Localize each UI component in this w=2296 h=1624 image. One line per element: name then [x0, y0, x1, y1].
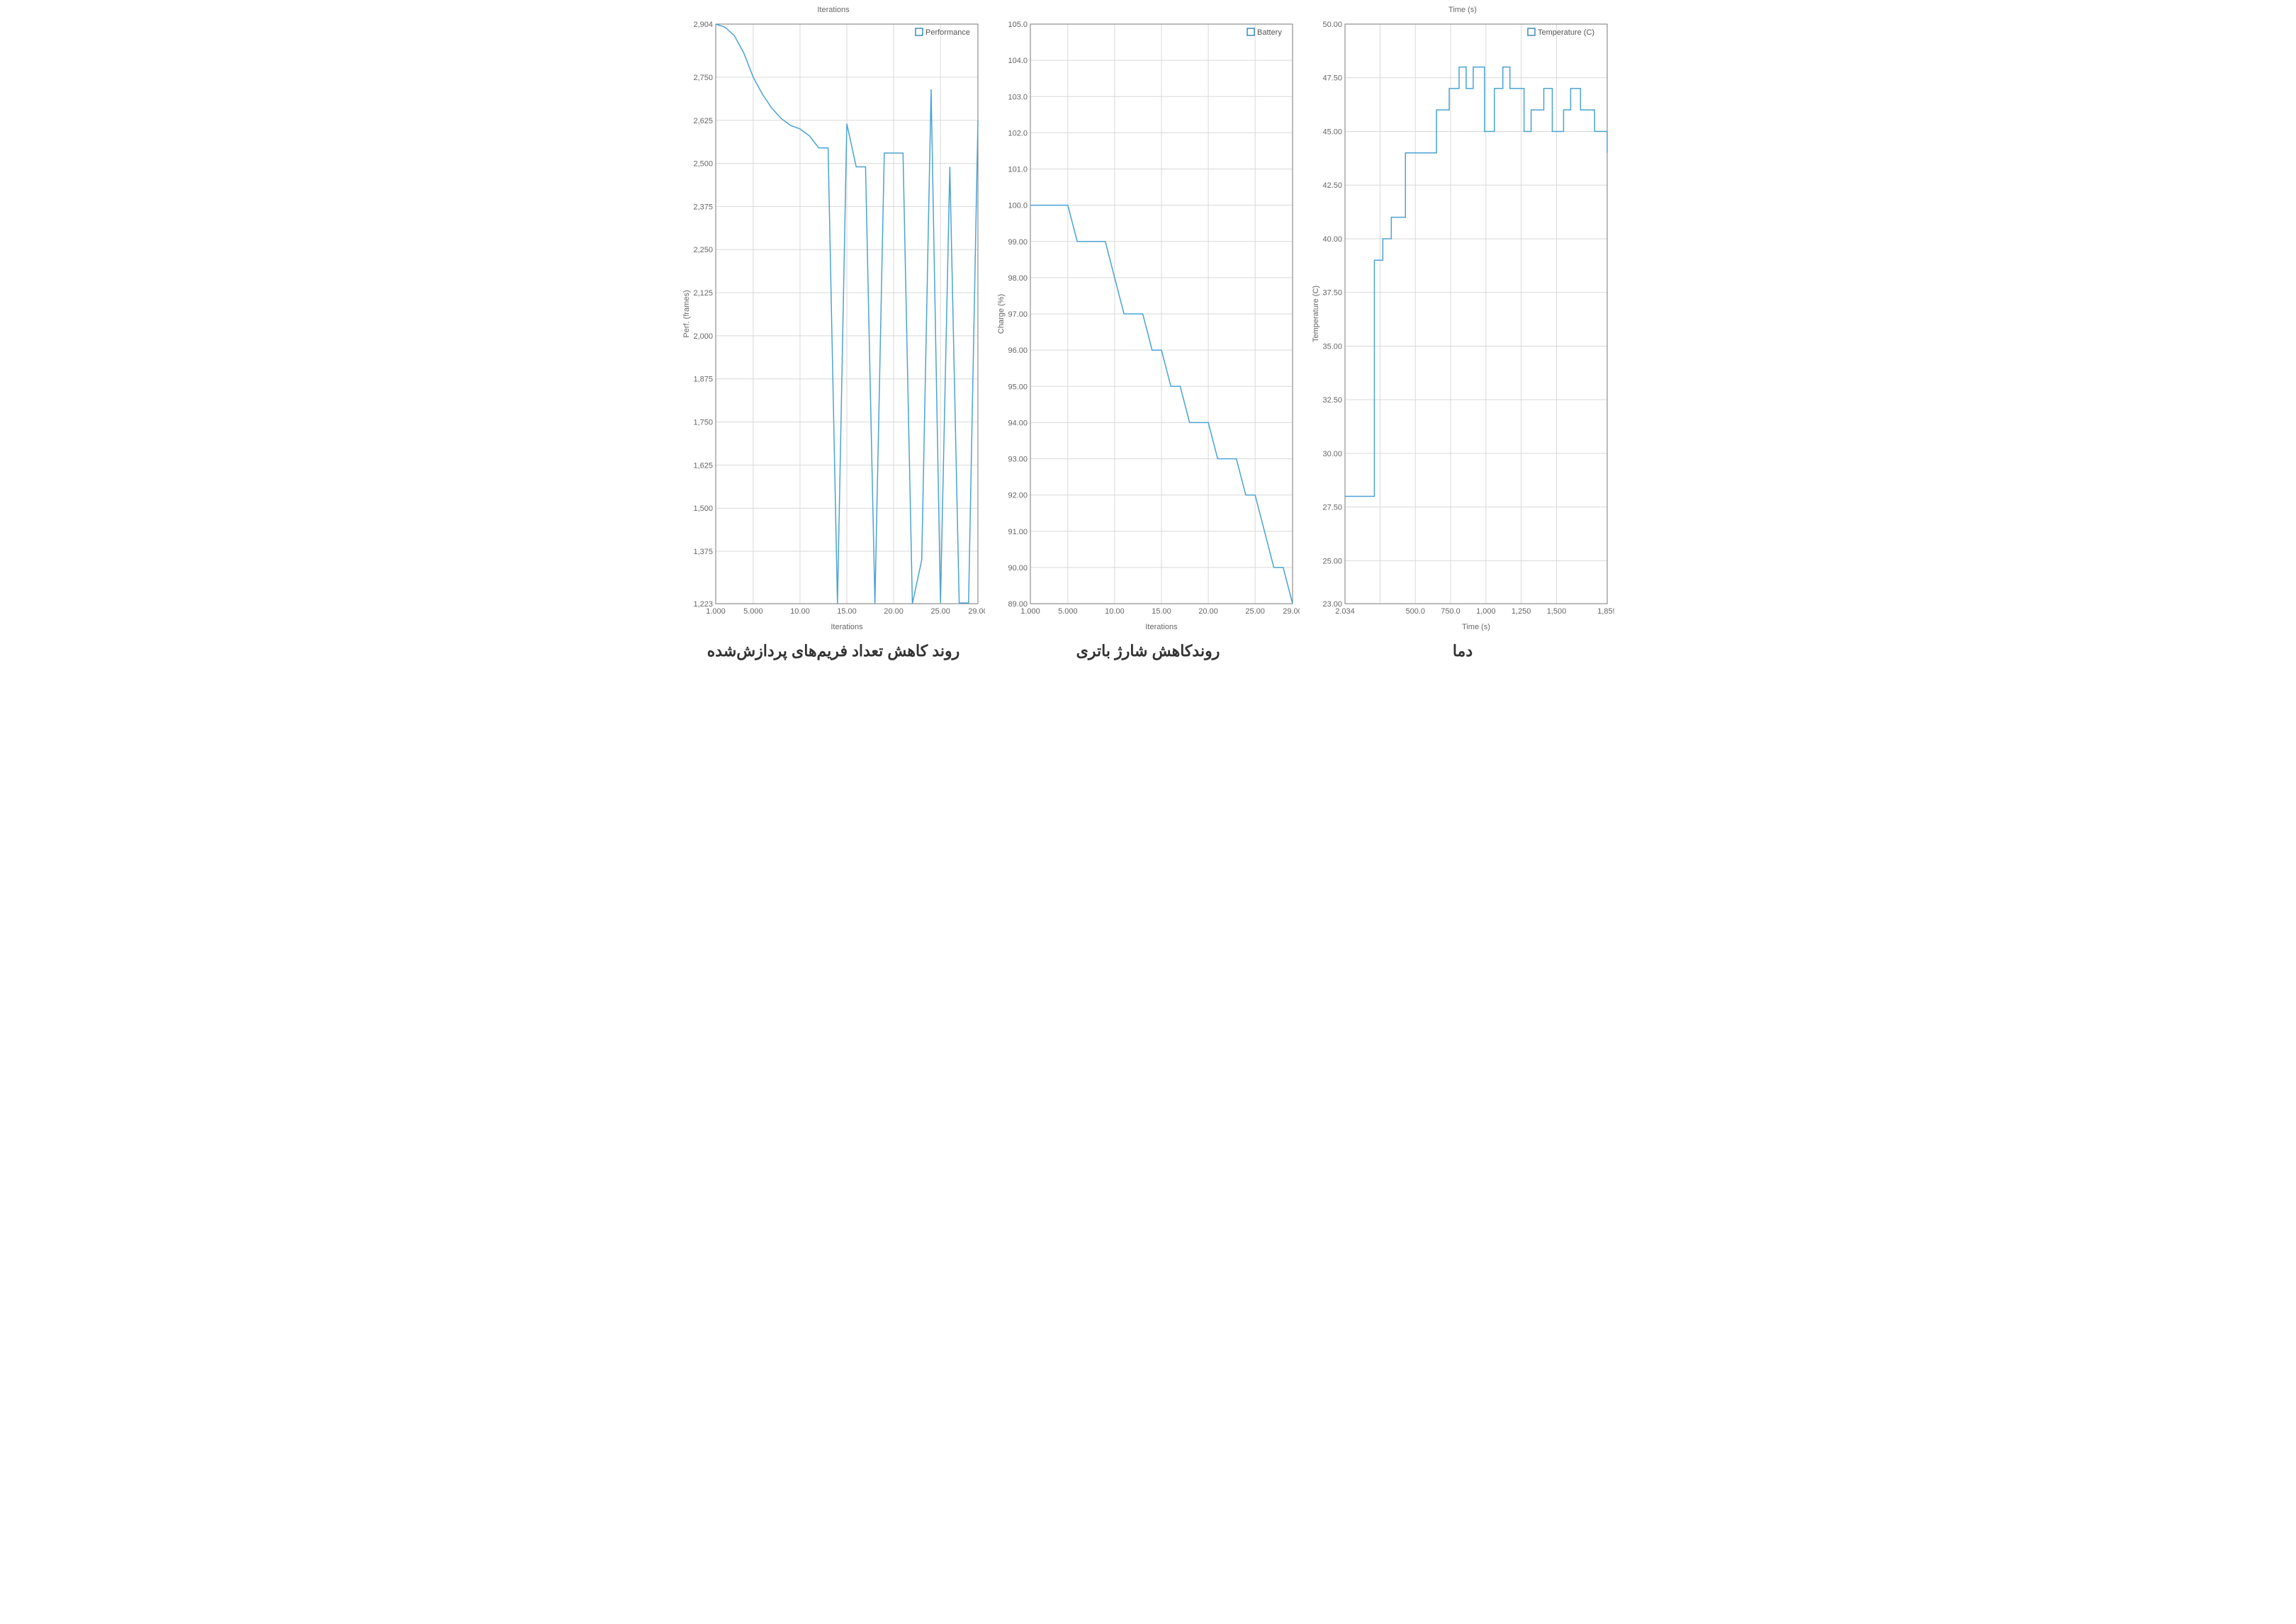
svg-text:42.50: 42.50 — [1322, 181, 1342, 190]
svg-text:15.00: 15.00 — [1152, 607, 1171, 616]
svg-text:100.0: 100.0 — [1008, 202, 1028, 210]
svg-text:95.00: 95.00 — [1008, 383, 1028, 391]
svg-text:1,375: 1,375 — [693, 548, 713, 556]
svg-text:2,625: 2,625 — [693, 117, 713, 125]
svg-text:93.00: 93.00 — [1008, 456, 1028, 464]
chart-battery: 89.0090.0091.0092.0093.0094.0095.0096.00… — [995, 17, 1300, 633]
top-label-left: Iterations — [680, 6, 986, 14]
svg-text:2,904: 2,904 — [693, 21, 713, 29]
svg-text:47.50: 47.50 — [1322, 74, 1342, 83]
svg-text:2,500: 2,500 — [693, 160, 713, 169]
svg-text:10.00: 10.00 — [790, 607, 810, 616]
chart-panel-battery: 89.0090.0091.0092.0093.0094.0095.0096.00… — [995, 17, 1301, 660]
svg-text:Perf. (frames): Perf. (frames) — [682, 290, 691, 337]
svg-text:90.00: 90.00 — [1008, 564, 1028, 573]
svg-text:1,000: 1,000 — [1476, 607, 1496, 616]
svg-text:37.50: 37.50 — [1322, 289, 1342, 298]
svg-text:104.0: 104.0 — [1008, 57, 1028, 65]
chart-panel-temperature: 23.0025.0027.5030.0032.5035.0037.5040.00… — [1310, 17, 1616, 660]
svg-text:92.00: 92.00 — [1008, 492, 1028, 500]
svg-text:35.00: 35.00 — [1322, 342, 1342, 351]
svg-text:15.00: 15.00 — [837, 607, 857, 616]
svg-text:1.000: 1.000 — [706, 607, 726, 616]
chart-panel-performance: 1,2231,3751,5001,6251,7501,8752,0002,125… — [680, 17, 986, 660]
svg-text:5.000: 5.000 — [1058, 607, 1078, 616]
svg-text:25.00: 25.00 — [930, 607, 950, 616]
svg-text:27.50: 27.50 — [1322, 504, 1342, 512]
svg-text:50.00: 50.00 — [1322, 21, 1342, 29]
svg-text:1,875: 1,875 — [693, 376, 713, 384]
svg-text:2,375: 2,375 — [693, 203, 713, 211]
legend-battery: Battery — [1247, 28, 1282, 37]
svg-text:2.034: 2.034 — [1335, 607, 1355, 616]
svg-text:1,750: 1,750 — [693, 419, 713, 427]
svg-text:750.0: 750.0 — [1441, 607, 1461, 616]
svg-text:45.00: 45.00 — [1322, 128, 1342, 136]
svg-text:Battery: Battery — [1257, 28, 1282, 37]
svg-text:Temperature (C): Temperature (C) — [1312, 286, 1320, 342]
svg-text:29.00: 29.00 — [968, 607, 985, 616]
chart-caption-performance: روند کاهش تعداد فریم‌های پردازش‌شده — [680, 642, 986, 660]
svg-text:97.00: 97.00 — [1008, 310, 1028, 319]
svg-text:2,750: 2,750 — [693, 74, 713, 82]
chart-perf: 1,2231,3751,5001,6251,7501,8752,0002,125… — [680, 17, 985, 633]
svg-text:96.00: 96.00 — [1008, 346, 1028, 355]
svg-text:30.00: 30.00 — [1322, 450, 1342, 458]
top-label-right: Time (s) — [1310, 6, 1616, 14]
svg-text:Iterations: Iterations — [1145, 623, 1178, 631]
chart-caption-temperature: دما — [1310, 642, 1616, 660]
svg-text:101.0: 101.0 — [1008, 166, 1028, 174]
chart-temp: 23.0025.0027.5030.0032.5035.0037.5040.00… — [1310, 17, 1614, 633]
svg-text:25.00: 25.00 — [1322, 557, 1342, 565]
top-label-mid — [995, 6, 1301, 14]
svg-text:32.50: 32.50 — [1322, 396, 1342, 405]
svg-text:Temperature (C): Temperature (C) — [1538, 28, 1594, 37]
svg-text:5.000: 5.000 — [743, 607, 763, 616]
svg-text:1,625: 1,625 — [693, 461, 713, 470]
svg-text:1,859: 1,859 — [1597, 607, 1614, 616]
svg-text:20.00: 20.00 — [884, 607, 904, 616]
svg-text:1,250: 1,250 — [1512, 607, 1531, 616]
svg-text:103.0: 103.0 — [1008, 93, 1028, 101]
chart-caption-battery: روندکاهش شارژ باتری — [995, 642, 1301, 660]
legend-perf: Performance — [916, 28, 970, 37]
svg-text:2,000: 2,000 — [693, 332, 713, 341]
svg-text:10.00: 10.00 — [1105, 607, 1125, 616]
svg-text:2,250: 2,250 — [693, 246, 713, 254]
svg-text:Time (s): Time (s) — [1462, 623, 1490, 631]
svg-text:98.00: 98.00 — [1008, 274, 1028, 283]
legend-temp: Temperature (C) — [1528, 28, 1594, 37]
svg-text:Charge (%): Charge (%) — [997, 294, 1006, 334]
svg-text:29.00: 29.00 — [1283, 607, 1300, 616]
svg-text:99.00: 99.00 — [1008, 238, 1028, 247]
svg-text:25.00: 25.00 — [1245, 607, 1265, 616]
svg-text:1,500: 1,500 — [1547, 607, 1567, 616]
svg-text:1.000: 1.000 — [1020, 607, 1040, 616]
svg-text:1,500: 1,500 — [693, 504, 713, 513]
svg-text:102.0: 102.0 — [1008, 129, 1028, 137]
svg-text:Performance: Performance — [925, 28, 970, 37]
svg-text:105.0: 105.0 — [1008, 21, 1028, 29]
svg-text:94.00: 94.00 — [1008, 419, 1028, 427]
svg-text:20.00: 20.00 — [1198, 607, 1218, 616]
svg-text:40.00: 40.00 — [1322, 235, 1342, 244]
svg-text:500.0: 500.0 — [1405, 607, 1425, 616]
svg-text:91.00: 91.00 — [1008, 528, 1028, 536]
svg-text:Iterations: Iterations — [831, 623, 863, 631]
svg-text:2,125: 2,125 — [693, 289, 713, 298]
